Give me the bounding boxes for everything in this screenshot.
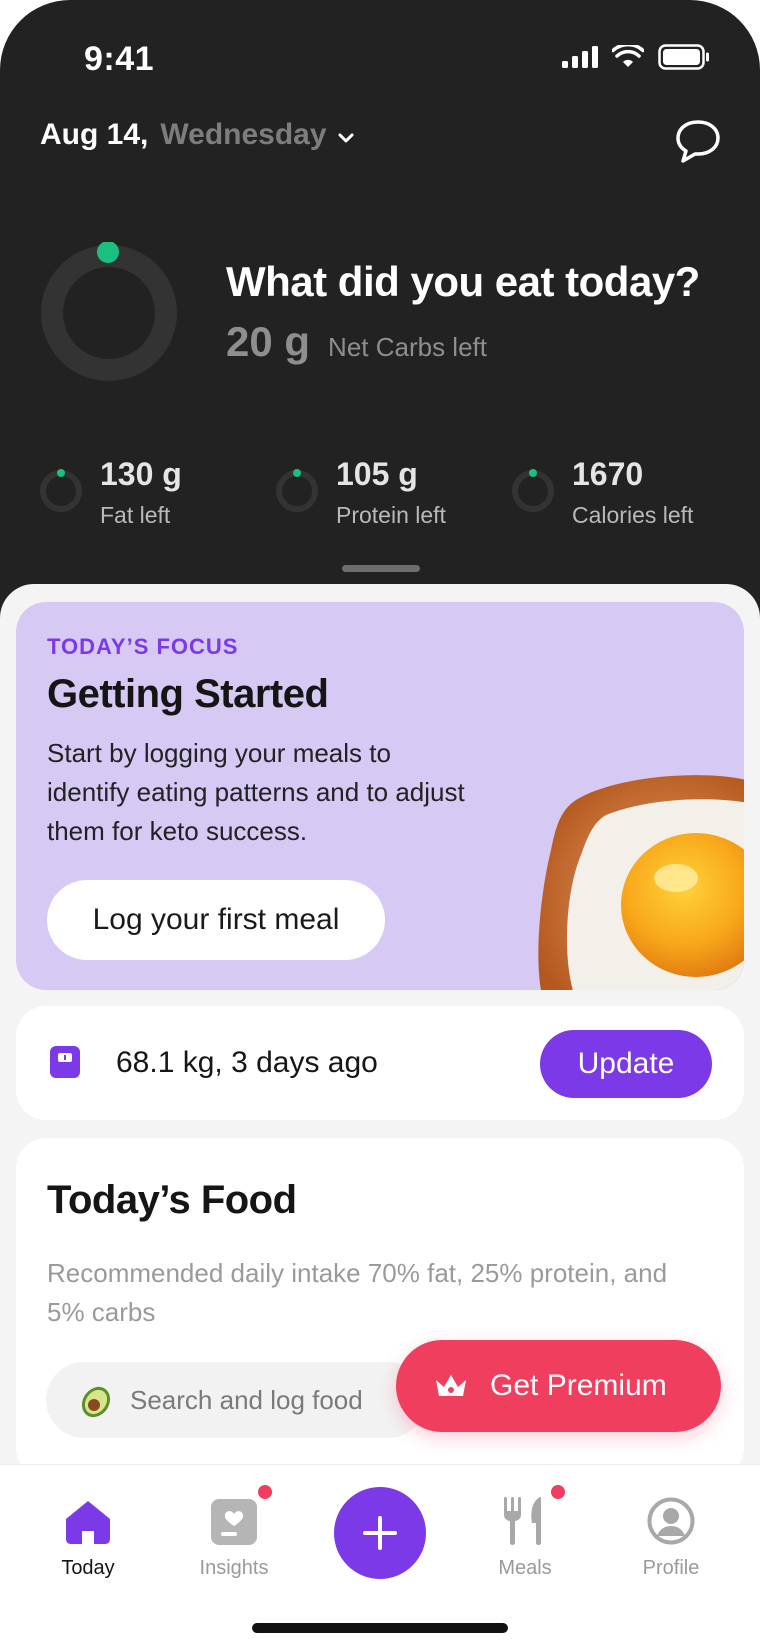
macro-value: 1670 xyxy=(572,456,644,492)
fat-ring-icon xyxy=(40,469,82,512)
status-time: 9:41 xyxy=(84,40,155,78)
macro-label: Calories left xyxy=(572,502,694,528)
date-selector[interactable]: Aug 14, Wednesday xyxy=(40,118,355,152)
net-carbs-label: Net Carbs left xyxy=(328,332,487,362)
log-first-meal-button[interactable]: Log your first meal xyxy=(47,880,385,960)
home-icon xyxy=(66,1501,110,1544)
search-log-food-input[interactable]: Search and log food xyxy=(46,1362,426,1438)
plus-icon xyxy=(363,1516,397,1550)
battery-icon xyxy=(658,44,709,70)
home-indicator xyxy=(252,1623,508,1633)
tab-meals[interactable]: Meals xyxy=(465,1485,585,1580)
get-premium-label: Get Premium xyxy=(490,1369,667,1402)
tab-label: Meals xyxy=(498,1557,552,1579)
protein-ring-icon xyxy=(276,469,318,512)
insights-icon xyxy=(211,1499,257,1545)
weight-card: 68.1 kg, 3 days ago Update xyxy=(16,1006,744,1120)
profile-icon xyxy=(647,1497,695,1545)
tab-profile[interactable]: Profile xyxy=(611,1489,731,1580)
date-label: Aug 14, xyxy=(40,118,149,151)
bottom-tab-bar: Today Insights Meals Profile xyxy=(0,1464,760,1648)
get-premium-button[interactable]: Get Premium xyxy=(396,1340,721,1432)
chevron-down-icon xyxy=(337,118,355,152)
net-carbs-value: 20 g xyxy=(226,318,311,365)
todays-focus-card: TODAY’S FOCUS Getting Started Start by l… xyxy=(16,602,744,990)
macro-calories: 1670 Calories left xyxy=(510,452,730,532)
tab-label: Today xyxy=(61,1557,115,1579)
tab-today[interactable]: Today xyxy=(28,1489,148,1580)
macro-value: 130 g xyxy=(100,456,182,492)
focus-eyebrow: TODAY’S FOCUS xyxy=(47,634,239,659)
macro-protein: 105 g Protein left xyxy=(274,452,474,532)
weight-text: 68.1 kg, 3 days ago xyxy=(116,1046,378,1079)
fried-egg-illustration xyxy=(538,775,744,990)
avocado-icon xyxy=(81,1386,111,1418)
sheet-grabber[interactable] xyxy=(342,565,420,572)
chat-bubble-icon[interactable] xyxy=(672,116,724,168)
tab-label: Profile xyxy=(642,1557,700,1579)
weekday-label: Wednesday xyxy=(160,118,327,151)
tab-label: Insights xyxy=(199,1557,269,1579)
macro-label: Protein left xyxy=(336,502,446,528)
macro-fat: 130 g Fat left xyxy=(38,452,238,532)
tab-insights[interactable]: Insights xyxy=(174,1485,294,1580)
todays-food-description: Recommended daily intake 70% fat, 25% pr… xyxy=(47,1258,668,1327)
macro-value: 105 g xyxy=(336,456,418,492)
update-weight-button[interactable]: Update xyxy=(540,1030,712,1098)
todays-food-title: Today’s Food xyxy=(47,1178,297,1222)
calories-ring-icon xyxy=(512,469,554,512)
focus-description: Start by logging your meals to identify … xyxy=(47,738,465,846)
add-button[interactable] xyxy=(334,1487,426,1579)
focus-title: Getting Started xyxy=(47,672,329,716)
net-carbs-summary: 20 g Net Carbs left xyxy=(226,318,487,366)
status-bar: 9:41 xyxy=(0,0,760,110)
app-screen: 9:41 Aug 14, Wednesday What did you eat … xyxy=(0,0,760,1648)
macro-label: Fat left xyxy=(100,502,171,528)
headline: What did you eat today? xyxy=(226,258,700,305)
insights-badge xyxy=(258,1485,272,1499)
scale-icon xyxy=(50,1046,80,1078)
cellular-signal-icon xyxy=(562,46,598,68)
crown-icon xyxy=(436,1375,466,1396)
net-carbs-ring xyxy=(38,241,180,384)
wifi-icon xyxy=(612,45,644,67)
search-placeholder: Search and log food xyxy=(130,1384,363,1415)
meals-badge xyxy=(551,1485,565,1499)
status-icons xyxy=(562,44,710,70)
utensils-icon xyxy=(504,1497,541,1545)
